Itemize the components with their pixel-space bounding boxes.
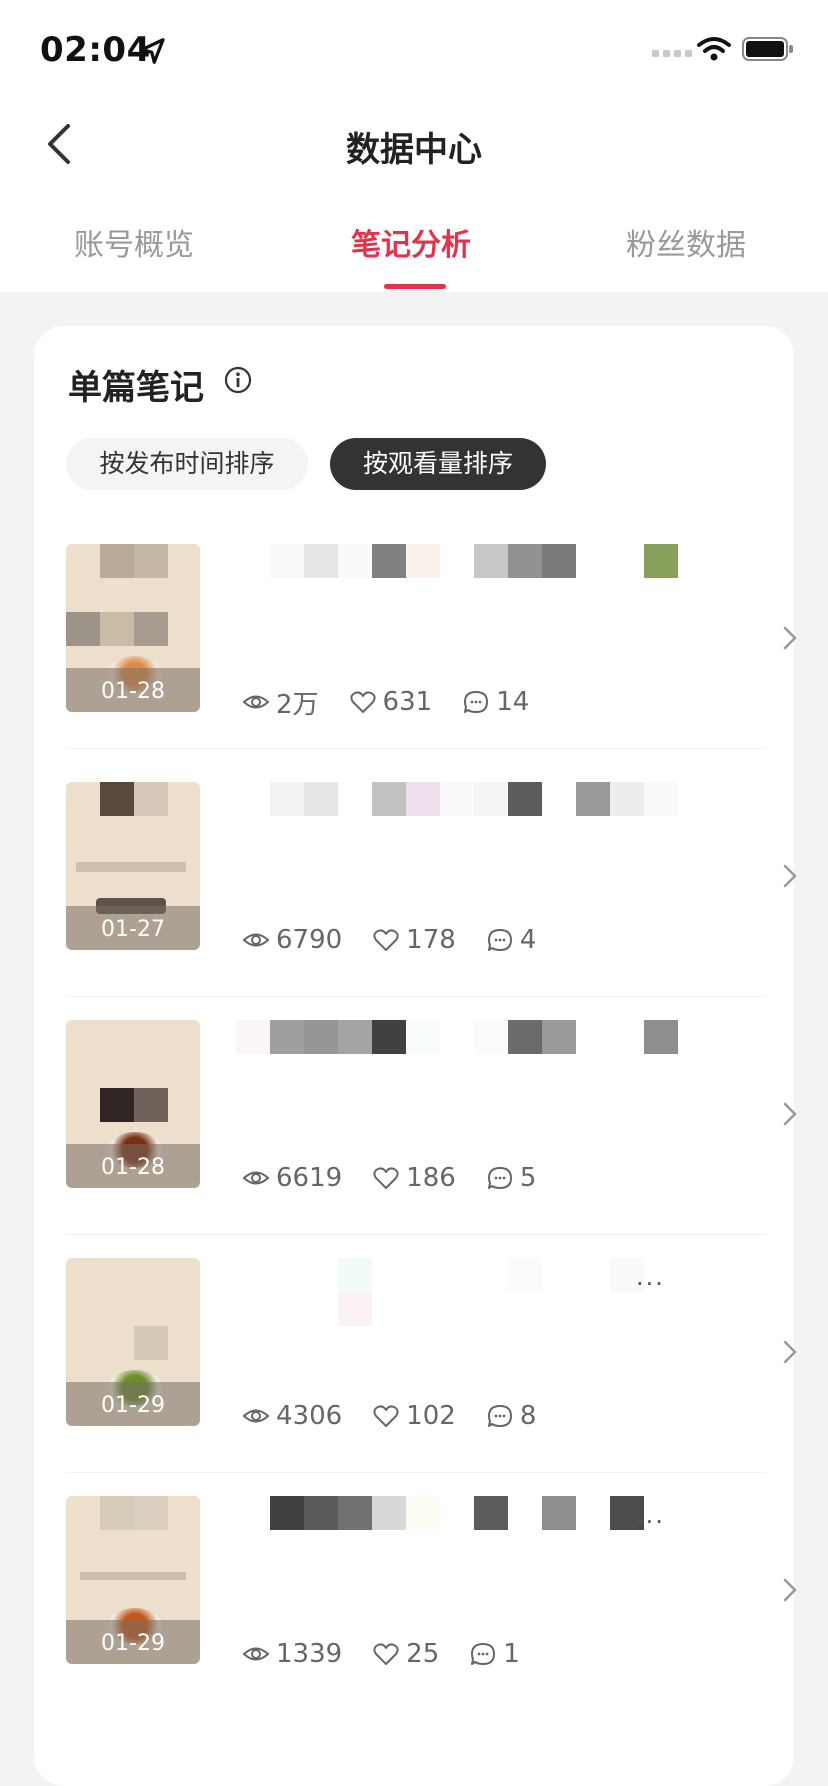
wifi-icon — [697, 37, 731, 61]
heart-icon — [373, 1405, 399, 1427]
comment-icon — [487, 1405, 512, 1427]
comment-icon — [487, 929, 512, 951]
like-count: 102 — [406, 1401, 456, 1431]
battery-icon — [742, 37, 793, 61]
eye-icon — [242, 1171, 270, 1185]
note-date: 01-27 — [101, 917, 165, 942]
nav-bar: 数据中心 — [0, 100, 828, 190]
like-count: 631 — [382, 687, 433, 717]
note-date: 01-29 — [101, 1631, 165, 1656]
comment-count: 8 — [519, 1401, 537, 1431]
note-date: 01-28 — [101, 1155, 165, 1180]
view-count: 6790 — [276, 925, 343, 955]
section-title: 单篇笔记 — [68, 368, 204, 408]
title-ellipsis-icon: ··· — [636, 1270, 665, 1298]
tab-account-overview[interactable]: 账号概览 — [74, 220, 194, 264]
like-count: 186 — [406, 1163, 456, 1193]
view-count: 2万 — [276, 689, 319, 720]
note-item[interactable]: 01-29 ··· 4306 102 8 — [66, 1258, 797, 1473]
single-note-card: 单篇笔记 按发布时间排序 按观看量排序 01-28 2万 631 14 01-2… — [34, 326, 797, 1786]
chevron-right-icon — [783, 864, 797, 888]
view-count: 6619 — [276, 1163, 343, 1193]
header-area: 02:04 数据中心 账号概览 笔记分析 粉丝数据 — [0, 0, 828, 292]
row-divider — [66, 996, 766, 997]
note-title-pixelated — [236, 544, 716, 578]
comment-icon — [471, 1643, 496, 1665]
row-divider — [66, 1472, 766, 1473]
eye-icon — [242, 695, 270, 709]
active-tab-indicator — [384, 284, 446, 289]
note-item[interactable]: 01-29 ··· 1339 25 1 — [66, 1496, 797, 1696]
note-thumbnail: 01-28 — [66, 1020, 200, 1188]
note-item[interactable]: 01-28 2万 631 14 — [66, 544, 797, 749]
note-thumbnail: 01-27 — [66, 782, 200, 950]
heart-icon — [349, 691, 376, 713]
chevron-right-icon — [783, 1340, 797, 1364]
heart-icon — [373, 1167, 399, 1189]
note-thumbnail: 01-28 — [66, 544, 200, 712]
view-count: 1339 — [276, 1639, 343, 1669]
heart-icon — [373, 929, 399, 951]
comment-count: 14 — [496, 687, 530, 717]
eye-icon — [242, 1647, 270, 1661]
comment-icon — [487, 1167, 512, 1189]
comment-count: 1 — [503, 1639, 520, 1669]
page-title: 数据中心 — [346, 130, 482, 170]
heart-icon — [373, 1643, 399, 1665]
row-divider — [66, 1234, 766, 1235]
tab-bar: 账号概览 笔记分析 粉丝数据 — [0, 200, 828, 292]
tab-note-analysis[interactable]: 笔记分析 — [351, 220, 471, 264]
note-stats: 1339 25 1 — [242, 1634, 550, 1674]
note-thumbnail: 01-29 — [66, 1258, 200, 1426]
status-time: 02:04 — [40, 30, 151, 70]
note-title-pixelated — [236, 782, 716, 816]
like-count: 25 — [406, 1639, 440, 1669]
info-icon[interactable] — [224, 366, 252, 394]
chevron-right-icon — [783, 626, 797, 650]
like-count: 178 — [406, 925, 456, 955]
comment-icon — [464, 691, 489, 713]
location-arrow-icon — [140, 38, 165, 64]
eye-icon — [242, 1409, 270, 1423]
chevron-right-icon — [783, 1578, 797, 1602]
comment-count: 4 — [519, 925, 537, 955]
note-thumbnail: 01-29 — [66, 1496, 200, 1664]
note-date: 01-29 — [101, 1393, 165, 1418]
title-ellipsis-icon: ··· — [636, 1508, 665, 1536]
cellular-signal-icon — [652, 50, 692, 57]
note-stats: 4306 102 8 — [242, 1396, 566, 1436]
sort-by-time-button[interactable]: 按发布时间排序 — [66, 438, 308, 490]
comment-count: 5 — [519, 1163, 537, 1193]
note-item[interactable]: 01-27 6790 178 4 — [66, 782, 797, 997]
row-divider — [66, 748, 766, 749]
sort-by-views-button[interactable]: 按观看量排序 — [330, 438, 546, 490]
note-stats: 6790 178 4 — [242, 920, 566, 960]
note-date: 01-28 — [101, 679, 165, 704]
note-item[interactable]: 01-28 6619 186 5 — [66, 1020, 797, 1235]
chevron-right-icon — [783, 1102, 797, 1126]
note-title-pixelated — [236, 1020, 716, 1054]
note-stats: 6619 186 5 — [242, 1158, 566, 1198]
tab-fan-data[interactable]: 粉丝数据 — [626, 220, 746, 264]
eye-icon — [242, 933, 270, 947]
status-bar: 02:04 — [0, 0, 828, 100]
note-stats: 2万 631 14 — [242, 682, 559, 722]
view-count: 4306 — [276, 1401, 343, 1431]
